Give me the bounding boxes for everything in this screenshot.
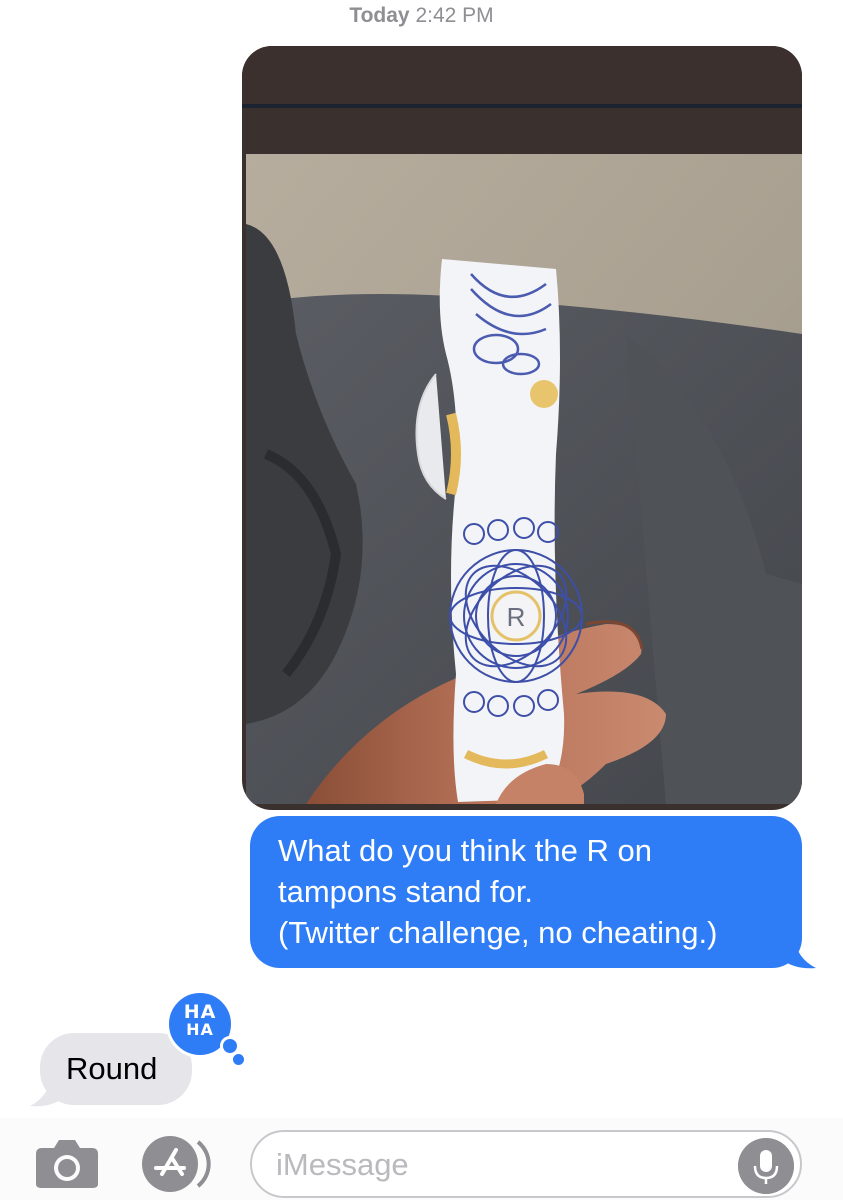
outgoing-message-bubble[interactable]: What do you think the R on tampons stand… <box>250 816 802 968</box>
image-message[interactable]: R <box>242 46 802 810</box>
outgoing-message-line: (Twitter challenge, no cheating.) <box>278 915 718 950</box>
tampon-photo: R <box>246 154 802 804</box>
outgoing-bubble-tail <box>780 936 816 969</box>
image-frame-line <box>242 104 802 108</box>
microphone-icon[interactable] <box>738 1138 794 1194</box>
image-frame-top <box>242 46 802 104</box>
timestamp: Today 2:42 PM <box>0 4 843 28</box>
message-input-placeholder: iMessage <box>276 1147 409 1182</box>
tapback-tail-dot <box>220 1036 240 1056</box>
tapback-text-line1: HA <box>183 1001 217 1023</box>
svg-text:R: R <box>507 602 526 632</box>
outgoing-message-line: tampons stand for. <box>278 874 534 909</box>
camera-icon[interactable] <box>34 1138 100 1190</box>
tapback-tail-dot-small <box>233 1054 244 1065</box>
tapback-text-line2: HA <box>186 1020 214 1039</box>
incoming-message-text: Round <box>66 1051 158 1086</box>
incoming-message-bubble[interactable]: Round <box>40 1033 192 1105</box>
timestamp-time: 2:42 PM <box>415 4 494 27</box>
timestamp-day: Today <box>349 4 410 27</box>
outgoing-message-line: What do you think the R on <box>278 833 652 868</box>
app-store-icon[interactable] <box>140 1134 218 1194</box>
